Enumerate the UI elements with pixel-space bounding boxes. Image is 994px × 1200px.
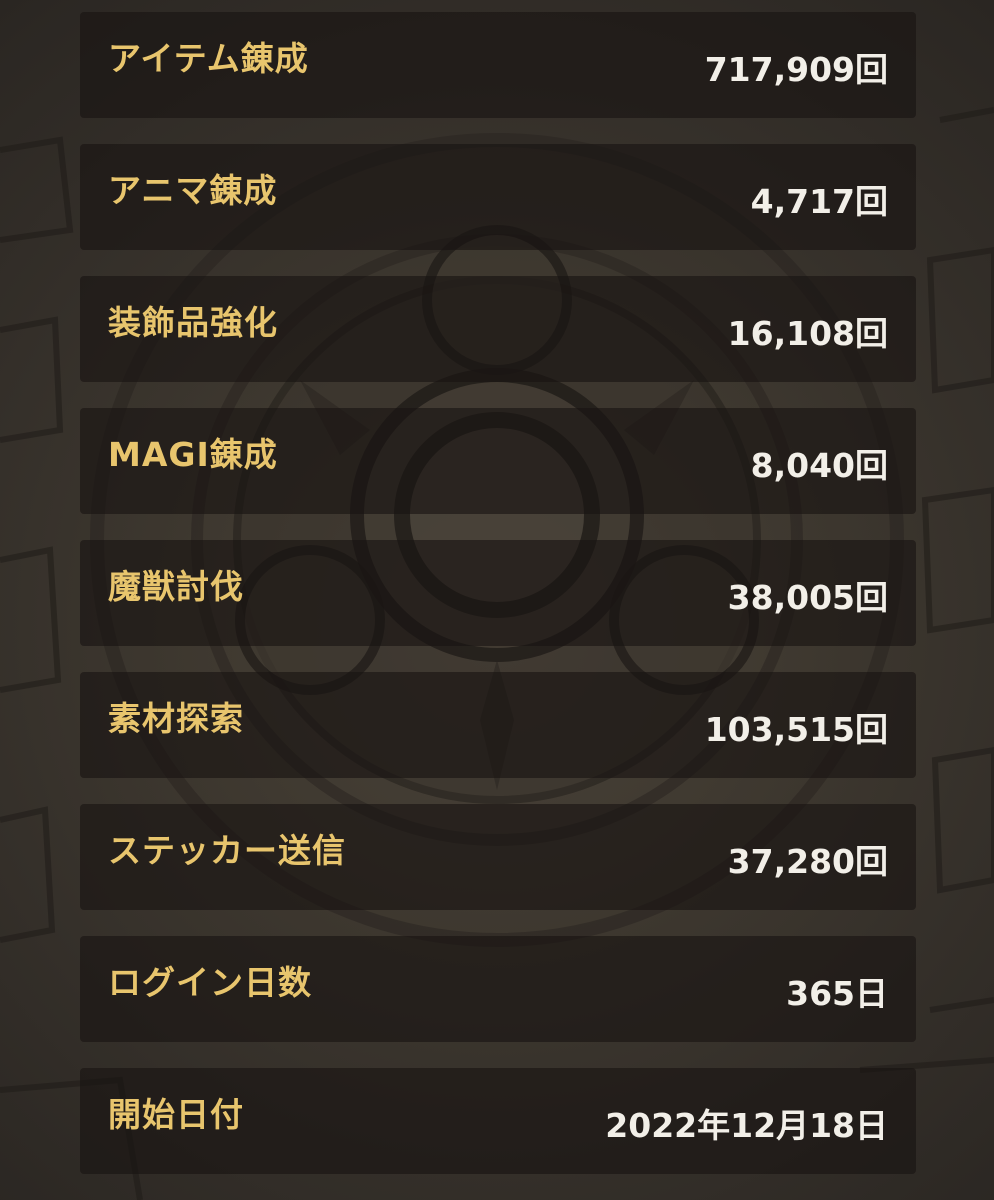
stat-value: 16,108回 bbox=[727, 314, 888, 353]
stat-label: 開始日付 bbox=[108, 1095, 244, 1134]
stat-label: 素材探索 bbox=[108, 699, 244, 738]
stat-value: 38,005回 bbox=[727, 578, 888, 617]
stat-row-start-date: 開始日付 2022年12月18日 bbox=[80, 1068, 916, 1174]
stat-label: アニマ錬成 bbox=[108, 171, 278, 210]
stat-row-anima-synthesis: アニマ錬成 4,717回 bbox=[80, 144, 916, 250]
stat-label: ログイン日数 bbox=[108, 963, 312, 1002]
stat-row-magi-synthesis: MAGI錬成 8,040回 bbox=[80, 408, 916, 514]
stat-value: 717,909回 bbox=[704, 50, 888, 89]
stat-label: 魔獣討伐 bbox=[108, 567, 244, 606]
stat-label: 装飾品強化 bbox=[108, 303, 278, 342]
stat-label: アイテム錬成 bbox=[108, 39, 309, 78]
stat-label: MAGI錬成 bbox=[108, 435, 278, 474]
stat-row-sticker-send: ステッカー送信 37,280回 bbox=[80, 804, 916, 910]
stats-list: アイテム錬成 717,909回 アニマ錬成 4,717回 装飾品強化 16,10… bbox=[80, 12, 916, 1200]
stat-row-material-search: 素材探索 103,515回 bbox=[80, 672, 916, 778]
stat-value: 4,717回 bbox=[750, 182, 888, 221]
stat-row-item-synthesis: アイテム錬成 717,909回 bbox=[80, 12, 916, 118]
stat-value: 8,040回 bbox=[750, 446, 888, 485]
stat-value: 365日 bbox=[786, 974, 888, 1013]
stat-row-login-days: ログイン日数 365日 bbox=[80, 936, 916, 1042]
stat-value: 2022年12月18日 bbox=[605, 1106, 888, 1145]
stat-label: ステッカー送信 bbox=[108, 831, 346, 870]
stat-value: 37,280回 bbox=[727, 842, 888, 881]
stat-row-beast-defeat: 魔獣討伐 38,005回 bbox=[80, 540, 916, 646]
stat-row-accessory-enhance: 装飾品強化 16,108回 bbox=[80, 276, 916, 382]
stat-value: 103,515回 bbox=[704, 710, 888, 749]
